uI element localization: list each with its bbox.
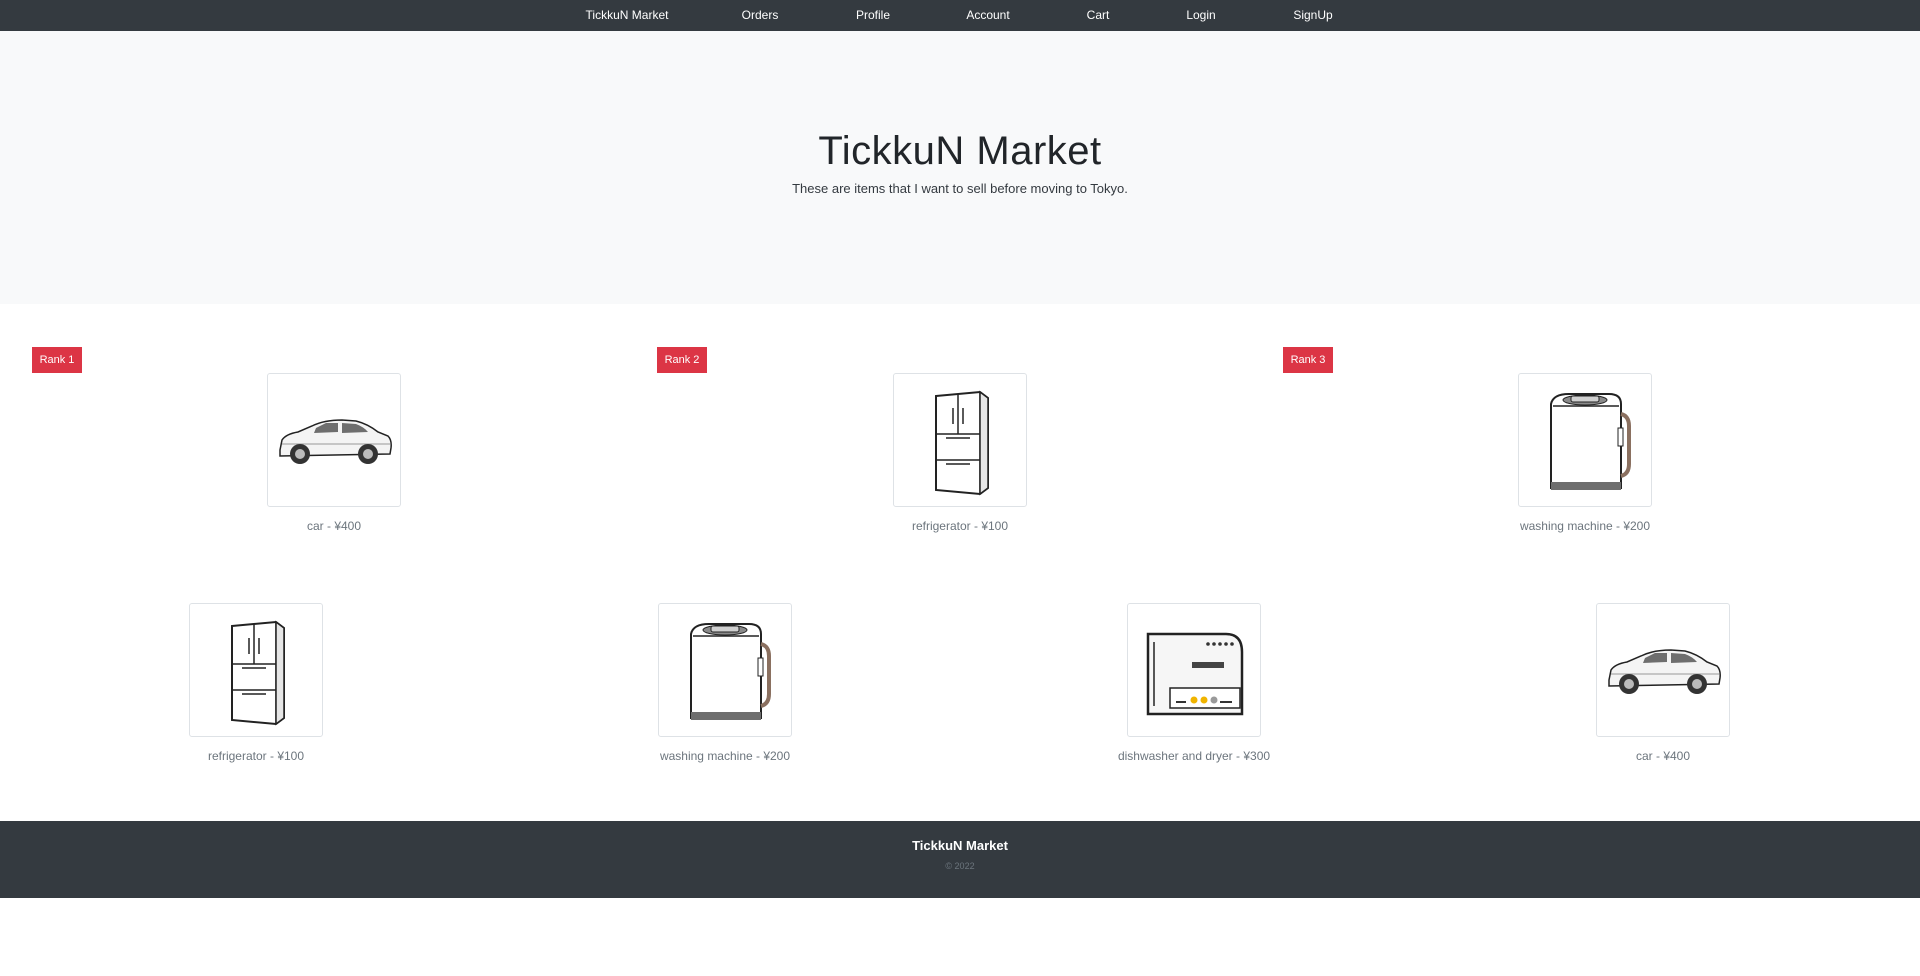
rank-1-badge: Rank 1 [32,347,82,373]
product-card-3: dishwasher and dryer - ¥300 [1044,603,1344,763]
ranked-product-card-2: refrigerator - ¥100 [810,373,1110,533]
nav-signup-link[interactable]: SignUp [1293,0,1332,31]
product-caption: dishwasher and dryer - ¥300 [1117,749,1271,763]
footer-copyright: © 2022 [945,861,975,871]
product-caption: refrigerator - ¥100 [207,749,305,763]
nav-cart-link[interactable]: Cart [1087,0,1110,31]
product-image-link[interactable] [267,373,401,507]
ranked-product-card-3: washing machine - ¥200 [1435,373,1735,533]
product-caption: car - ¥400 [306,519,362,533]
hero-subtitle: These are items that I want to sell befo… [792,181,1128,196]
product-caption: washing machine - ¥200 [1519,519,1651,533]
footer-title: TickkuN Market [912,838,1008,853]
product-card-1: refrigerator - ¥100 [106,603,406,763]
ranked-product-card-1: car - ¥400 [184,373,484,533]
product-caption: washing machine - ¥200 [659,749,791,763]
product-image-link[interactable] [658,603,792,737]
refrigerator-icon [898,378,1022,502]
product-image-link[interactable] [1518,373,1652,507]
product-card-4: car - ¥400 [1513,603,1813,763]
product-image-link[interactable] [189,603,323,737]
site-footer: TickkuN Market © 2022 [0,821,1920,898]
product-caption: refrigerator - ¥100 [911,519,1009,533]
car-icon [272,378,396,502]
product-image-link[interactable] [1596,603,1730,737]
hero-title: TickkuN Market [818,129,1102,173]
nav-orders-link[interactable]: Orders [742,0,779,31]
washing-machine-icon [663,608,787,732]
nav-profile-link[interactable]: Profile [856,0,890,31]
rank-2-badge: Rank 2 [657,347,707,373]
product-image-link[interactable] [1127,603,1261,737]
washing-machine-icon [1523,378,1647,502]
nav-brand-link[interactable]: TickkuN Market [586,0,669,31]
refrigerator-icon [194,608,318,732]
dishwasher-icon [1132,608,1256,732]
hero-banner: TickkuN Market These are items that I wa… [0,31,1920,304]
rank-3-badge: Rank 3 [1283,347,1333,373]
nav-login-link[interactable]: Login [1186,0,1215,31]
product-caption: car - ¥400 [1635,749,1691,763]
nav-account-link[interactable]: Account [966,0,1009,31]
car-icon [1601,608,1725,732]
product-image-link[interactable] [893,373,1027,507]
top-navbar: TickkuN Market Orders Profile Account Ca… [0,0,1920,31]
product-card-2: washing machine - ¥200 [575,603,875,763]
